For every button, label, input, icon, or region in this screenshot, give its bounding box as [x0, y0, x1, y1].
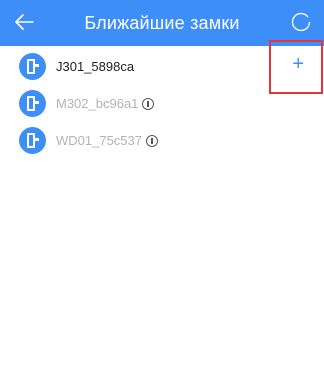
lock-name: M302_bc96a1 — [56, 96, 155, 111]
info-icon[interactable] — [142, 97, 155, 110]
info-icon[interactable] — [146, 134, 158, 147]
lock-name: J301_5898ca — [56, 59, 135, 74]
lock-name: WD01_75c537 — [56, 133, 158, 148]
highlight-annotation — [269, 40, 323, 94]
list-item[interactable]: WD01_75c537 — [0, 124, 324, 161]
page-title: Ближайшие замки — [84, 12, 240, 33]
nearby-locks-screen: Ближайшие замки J301_5898ca + M302_bc96a… — [0, 0, 324, 387]
back-arrow-icon[interactable] — [13, 11, 35, 33]
lock-icon — [19, 53, 46, 80]
lock-icon — [19, 127, 46, 154]
refresh-icon[interactable] — [291, 12, 311, 32]
lock-icon — [19, 90, 46, 117]
